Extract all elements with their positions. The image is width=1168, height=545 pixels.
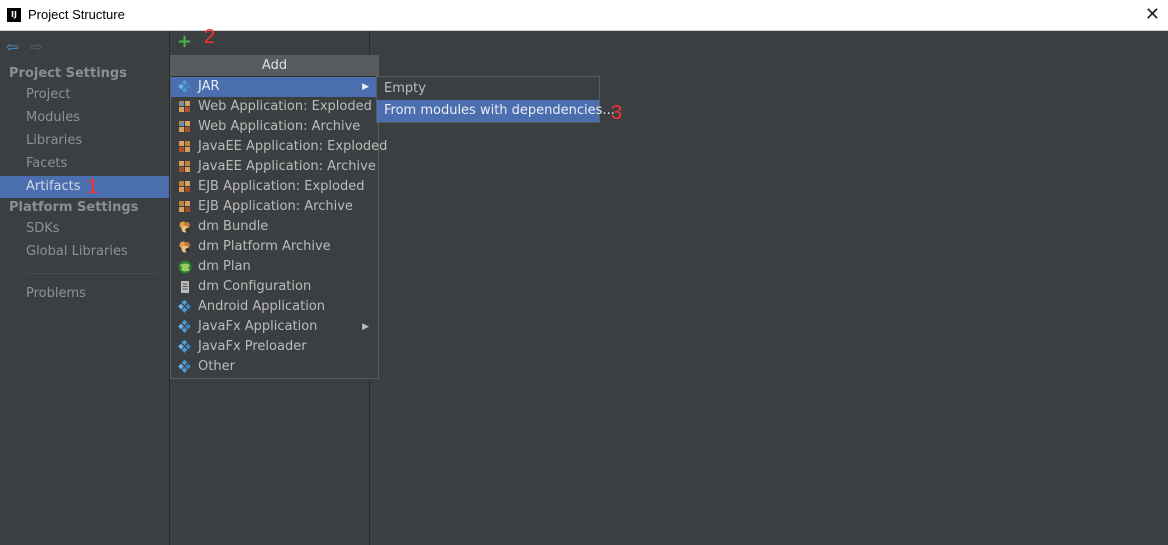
ejb-icon	[178, 200, 192, 214]
title-bar: IJ Project Structure ✕	[0, 0, 1168, 31]
javaee-icon	[178, 140, 192, 154]
web-app-icon	[178, 120, 192, 134]
bundle-icon	[178, 220, 192, 234]
menu-item-label: dm Configuration	[198, 279, 312, 294]
menu-item-empty[interactable]: Empty	[377, 78, 599, 100]
menu-item-web-application-archive[interactable]: Web Application: Archive	[171, 117, 378, 137]
diamond-icon	[178, 79, 192, 94]
menu-item-label: Web Application: Archive	[198, 119, 361, 134]
menu-item-javafx-preloader[interactable]: JavaFx Preloader	[171, 337, 378, 357]
sidebar-item-global-libraries[interactable]: Global Libraries	[0, 241, 169, 263]
menu-item-label: JavaEE Application: Archive	[198, 159, 376, 174]
menu-item-label: Web Application: Exploded	[198, 99, 372, 114]
document-icon	[178, 280, 192, 294]
diamond-icon	[178, 339, 192, 354]
menu-item-label: Android Application	[198, 299, 326, 314]
menu-item-jar[interactable]: JAR ▶	[171, 77, 378, 97]
menu-item-javaee-application-archive[interactable]: JavaEE Application: Archive	[171, 157, 378, 177]
sidebar-item-facets[interactable]: Facets	[0, 153, 169, 175]
sidebar-item-libraries[interactable]: Libraries	[0, 130, 169, 152]
menu-item-from-modules[interactable]: From modules with dependencies...	[377, 100, 615, 122]
menu-item-label: EJB Application: Exploded	[198, 179, 365, 194]
jar-submenu: Empty From modules with dependencies...	[376, 76, 615, 123]
close-icon[interactable]: ✕	[1145, 4, 1160, 25]
sidebar-item-modules[interactable]: Modules	[0, 107, 169, 129]
menu-item-label: Other	[198, 359, 235, 374]
section-project-settings: Project Settings	[9, 66, 127, 81]
diamond-icon	[178, 319, 192, 334]
menu-item-dm-configuration[interactable]: dm Configuration	[171, 277, 378, 297]
menu-item-label: JAR	[198, 79, 220, 94]
menu-item-ejb-application-exploded[interactable]: EJB Application: Exploded	[171, 177, 378, 197]
submenu-arrow-icon: ▶	[362, 82, 369, 92]
sidebar-item-sdks[interactable]: SDKs	[0, 218, 169, 240]
ejb-icon	[178, 180, 192, 194]
section-platform-settings: Platform Settings	[9, 200, 139, 215]
menu-item-other[interactable]: Other	[171, 357, 378, 377]
menu-item-javafx-application[interactable]: JavaFx Application ▶	[171, 317, 378, 337]
menu-item-ejb-application-archive[interactable]: EJB Application: Archive	[171, 197, 378, 217]
add-menu: Add JAR ▶ Web Application: Exploded Web App…	[170, 55, 387, 379]
menu-item-label: JavaFx Application	[198, 319, 318, 334]
add-menu-header: Add	[171, 56, 378, 77]
menu-item-dm-platform-archive[interactable]: dm Platform Archive	[171, 237, 378, 257]
menu-item-label: EJB Application: Archive	[198, 199, 353, 214]
submenu-arrow-icon: ▶	[362, 322, 369, 332]
sidebar-item-problems[interactable]: Problems	[0, 283, 169, 305]
menu-item-label: JavaFx Preloader	[198, 339, 307, 354]
window-title: Project Structure	[28, 7, 125, 22]
diamond-icon	[178, 359, 192, 374]
javaee-icon	[178, 160, 192, 174]
intellij-logo-icon: IJ	[7, 8, 21, 22]
menu-item-dm-bundle[interactable]: dm Bundle	[171, 217, 378, 237]
bundle-icon	[178, 240, 192, 254]
diamond-icon	[178, 299, 192, 314]
menu-item-label: JavaEE Application: Exploded	[198, 139, 388, 154]
annotation-2: 2	[204, 26, 216, 48]
sidebar-item-project[interactable]: Project	[0, 84, 169, 106]
sidebar-divider	[26, 273, 158, 274]
sidebar: ⇦ ⇨ Project Settings Project Modules Lib…	[0, 31, 170, 545]
add-button[interactable]: +	[177, 31, 192, 52]
menu-item-dm-plan[interactable]: dm Plan	[171, 257, 378, 277]
menu-item-label: dm Bundle	[198, 219, 269, 234]
menu-item-label: dm Platform Archive	[198, 239, 331, 254]
annotation-1: 1	[87, 176, 99, 198]
menu-item-web-application-exploded[interactable]: Web Application: Exploded	[171, 97, 378, 117]
arrow-left-icon[interactable]: ⇦	[6, 38, 19, 56]
web-app-icon	[178, 100, 192, 114]
menu-item-javaee-application-exploded[interactable]: JavaEE Application: Exploded	[171, 137, 387, 157]
menu-item-label: dm Plan	[198, 259, 251, 274]
menu-item-android-application[interactable]: Android Application	[171, 297, 378, 317]
globe-icon	[178, 260, 192, 274]
sidebar-item-artifacts[interactable]: Artifacts	[0, 176, 169, 198]
arrow-right-icon[interactable]: ⇨	[30, 38, 43, 56]
